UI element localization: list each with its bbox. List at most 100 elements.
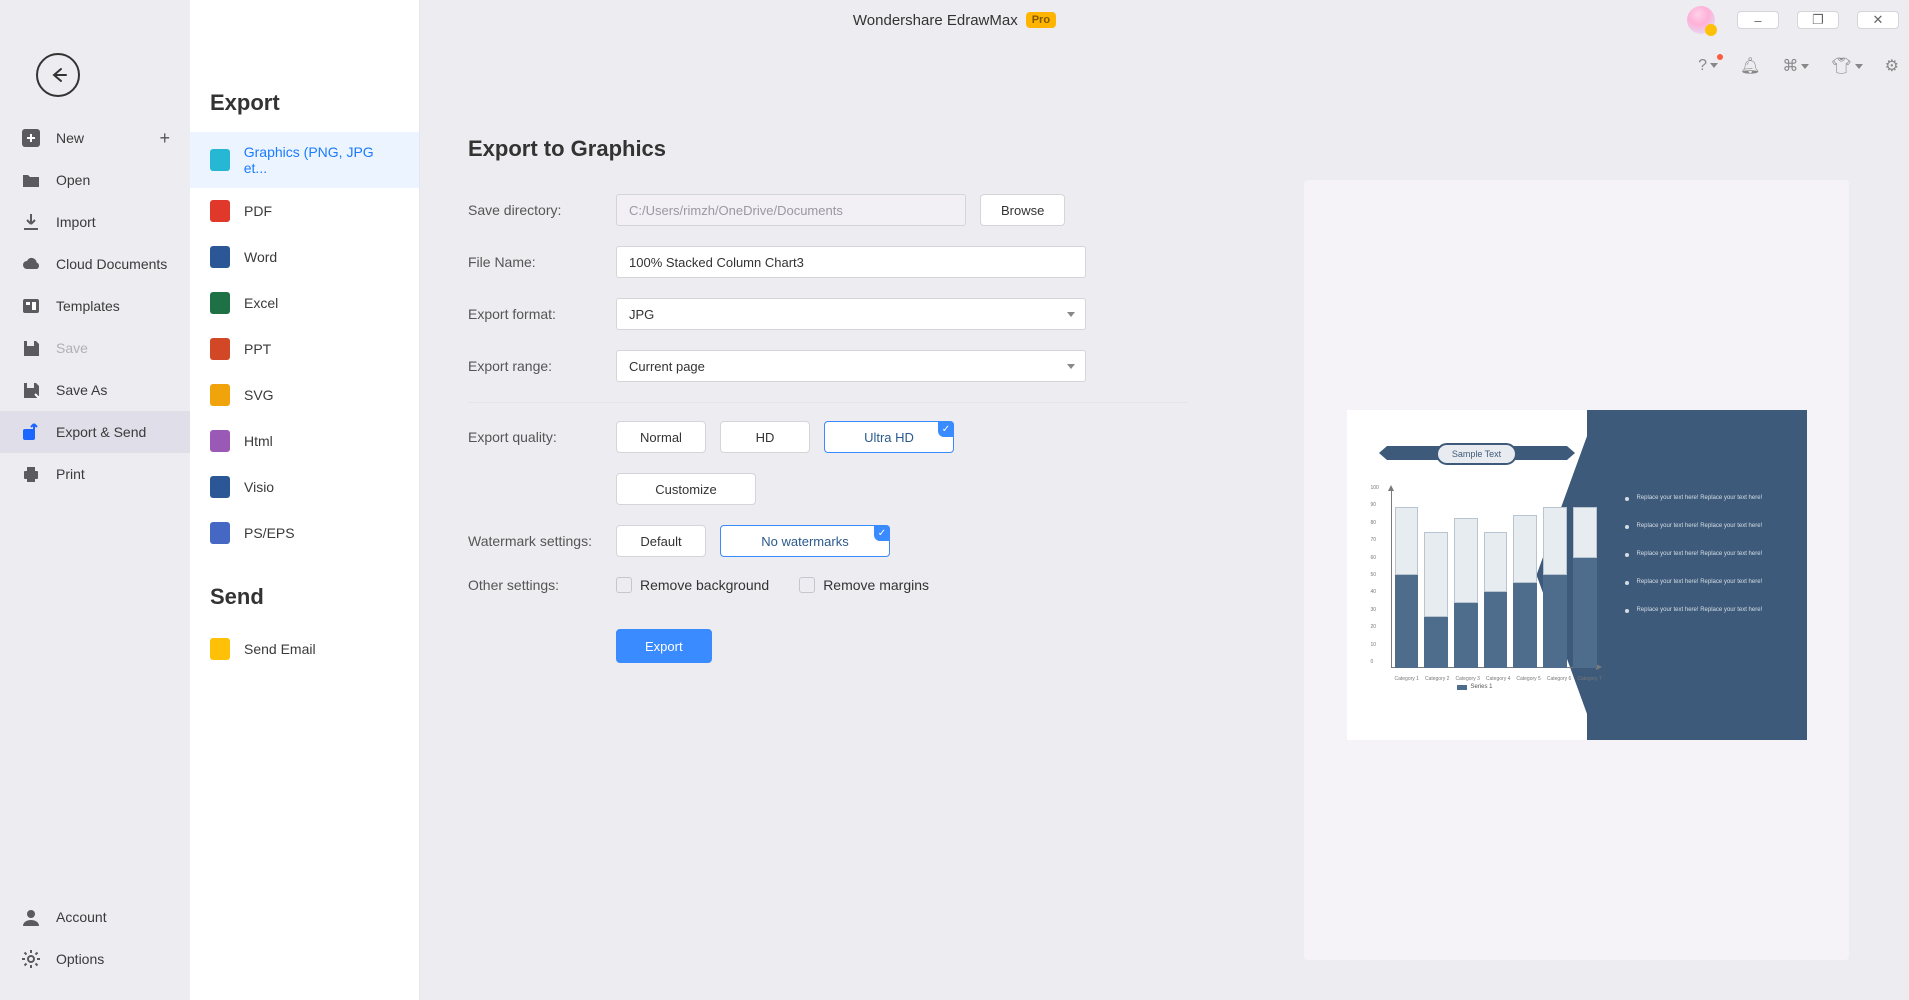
sidebar-item-label: Import [56,214,96,230]
sidebar-item-exportsend[interactable]: Export & Send [0,411,190,453]
sidebar-item-label: Cloud Documents [56,256,167,272]
save-directory-label: Save directory: [468,202,616,218]
sidebar-item-print[interactable]: Print [0,453,190,495]
sidebar-item-new[interactable]: New + [0,117,190,159]
preview-ribbon: Sample Text [1387,436,1567,472]
sidebar-item-tmpl[interactable]: Templates [0,285,190,327]
plus-square-icon [20,127,42,149]
sidebar-item-label: Export & Send [56,424,146,440]
save-icon [20,337,42,359]
file-type-icon [210,149,230,171]
format-item-excel[interactable]: Excel [190,280,419,326]
export-heading: Export [190,90,419,132]
quality-normal-toggle[interactable]: Normal [616,421,706,453]
file-type-icon [210,638,230,660]
main-content: Export to Graphics Save directory: C:/Us… [420,0,1909,1000]
file-type-icon [210,338,230,360]
format-item-label: PS/EPS [244,525,295,541]
remove-background-checkbox[interactable]: Remove background [616,577,769,593]
format-item-label: Excel [244,295,278,311]
remove-margins-checkbox[interactable]: Remove margins [799,577,929,593]
sidebar-item-label: Options [56,951,104,967]
file-type-icon [210,292,230,314]
export-icon [20,421,42,443]
sidebar-item-saveas[interactable]: Save As [0,369,190,411]
templates-icon [20,295,42,317]
export-format-label: Export format: [468,306,616,322]
sidebar-item-cloud[interactable]: Cloud Documents [0,243,190,285]
sidebar-item-open[interactable]: Open [0,159,190,201]
back-button[interactable] [36,53,80,97]
folder-icon [20,169,42,191]
plus-icon[interactable]: + [159,128,170,149]
file-menu-sidebar: New + Open Import Cloud Documents Templates Sa… [0,0,190,1000]
format-item-label: PDF [244,203,272,219]
quality-customize-toggle[interactable]: Customize [616,473,756,505]
file-type-icon [210,522,230,544]
file-type-icon [210,200,230,222]
format-item-graphics[interactable]: Graphics (PNG, JPG et... [190,132,419,188]
sidebar-item-label: Templates [56,298,120,314]
format-item-word[interactable]: Word [190,234,419,280]
export-range-select[interactable]: Current page [616,350,1086,382]
file-name-label: File Name: [468,254,616,270]
file-type-icon [210,384,230,406]
format-item-label: Visio [244,479,274,495]
export-format-select[interactable]: JPG [616,298,1086,330]
export-range-label: Export range: [468,358,616,374]
quality-ultrahd-toggle[interactable]: Ultra HD [824,421,954,453]
page-title: Export to Graphics [468,136,1188,162]
sidebar-item-save: Save [0,327,190,369]
sidebar-item-label: Open [56,172,90,188]
browse-button[interactable]: Browse [980,194,1065,226]
sidebar-item-account[interactable]: Account [0,896,190,938]
sidebar-item-label: Save [56,340,88,356]
sidebar-item-label: Save As [56,382,107,398]
export-form: Export to Graphics Save directory: C:/Us… [468,136,1188,683]
sidebar-item-label: New [56,130,84,146]
gear-icon [20,948,42,970]
preview-bullets: Replace your text here! Replace your tex… [1625,495,1795,613]
format-item-label: Graphics (PNG, JPG et... [244,144,399,176]
format-item-ppt[interactable]: PPT [190,326,419,372]
format-item-label: PPT [244,341,271,357]
format-item-svg[interactable]: SVG [190,372,419,418]
format-item-label: SVG [244,387,274,403]
file-name-input[interactable] [616,246,1086,278]
format-item-label: Send Email [244,641,316,657]
checkbox-icon [616,577,632,593]
print-icon [20,463,42,485]
sidebar-item-label: Print [56,466,85,482]
download-icon [20,211,42,233]
watermark-label: Watermark settings: [468,533,616,549]
preview-image: Replace your text here! Replace your tex… [1347,410,1807,740]
arrow-left-icon [48,65,68,85]
sidebar-item-label: Account [56,909,107,925]
file-type-icon [210,476,230,498]
format-item-visio[interactable]: Visio [190,464,419,510]
format-item-label: Word [244,249,277,265]
watermark-default-toggle[interactable]: Default [616,525,706,557]
format-item-pdf[interactable]: PDF [190,188,419,234]
user-icon [20,906,42,928]
format-item-pseps[interactable]: PS/EPS [190,510,419,556]
export-button[interactable]: Export [616,629,712,663]
format-item-email[interactable]: Send Email [190,626,419,672]
file-type-icon [210,246,230,268]
preview-panel: Replace your text here! Replace your tex… [1304,180,1849,960]
format-item-label: Html [244,433,273,449]
send-heading: Send [190,584,419,626]
preview-chart: Category 1Category 2Category 3Category 4… [1377,490,1597,690]
file-type-icon [210,430,230,452]
sidebar-item-import[interactable]: Import [0,201,190,243]
quality-hd-toggle[interactable]: HD [720,421,810,453]
save-directory-field: C:/Users/rimzh/OneDrive/Documents [616,194,966,226]
checkbox-icon [799,577,815,593]
export-format-panel: Export Graphics (PNG, JPG et... PDF Word Ex… [190,0,420,1000]
cloud-icon [20,253,42,275]
watermark-none-toggle[interactable]: No watermarks [720,525,890,557]
other-settings-label: Other settings: [468,577,616,593]
sidebar-item-options[interactable]: Options [0,938,190,980]
export-quality-label: Export quality: [468,429,616,445]
format-item-html[interactable]: Html [190,418,419,464]
